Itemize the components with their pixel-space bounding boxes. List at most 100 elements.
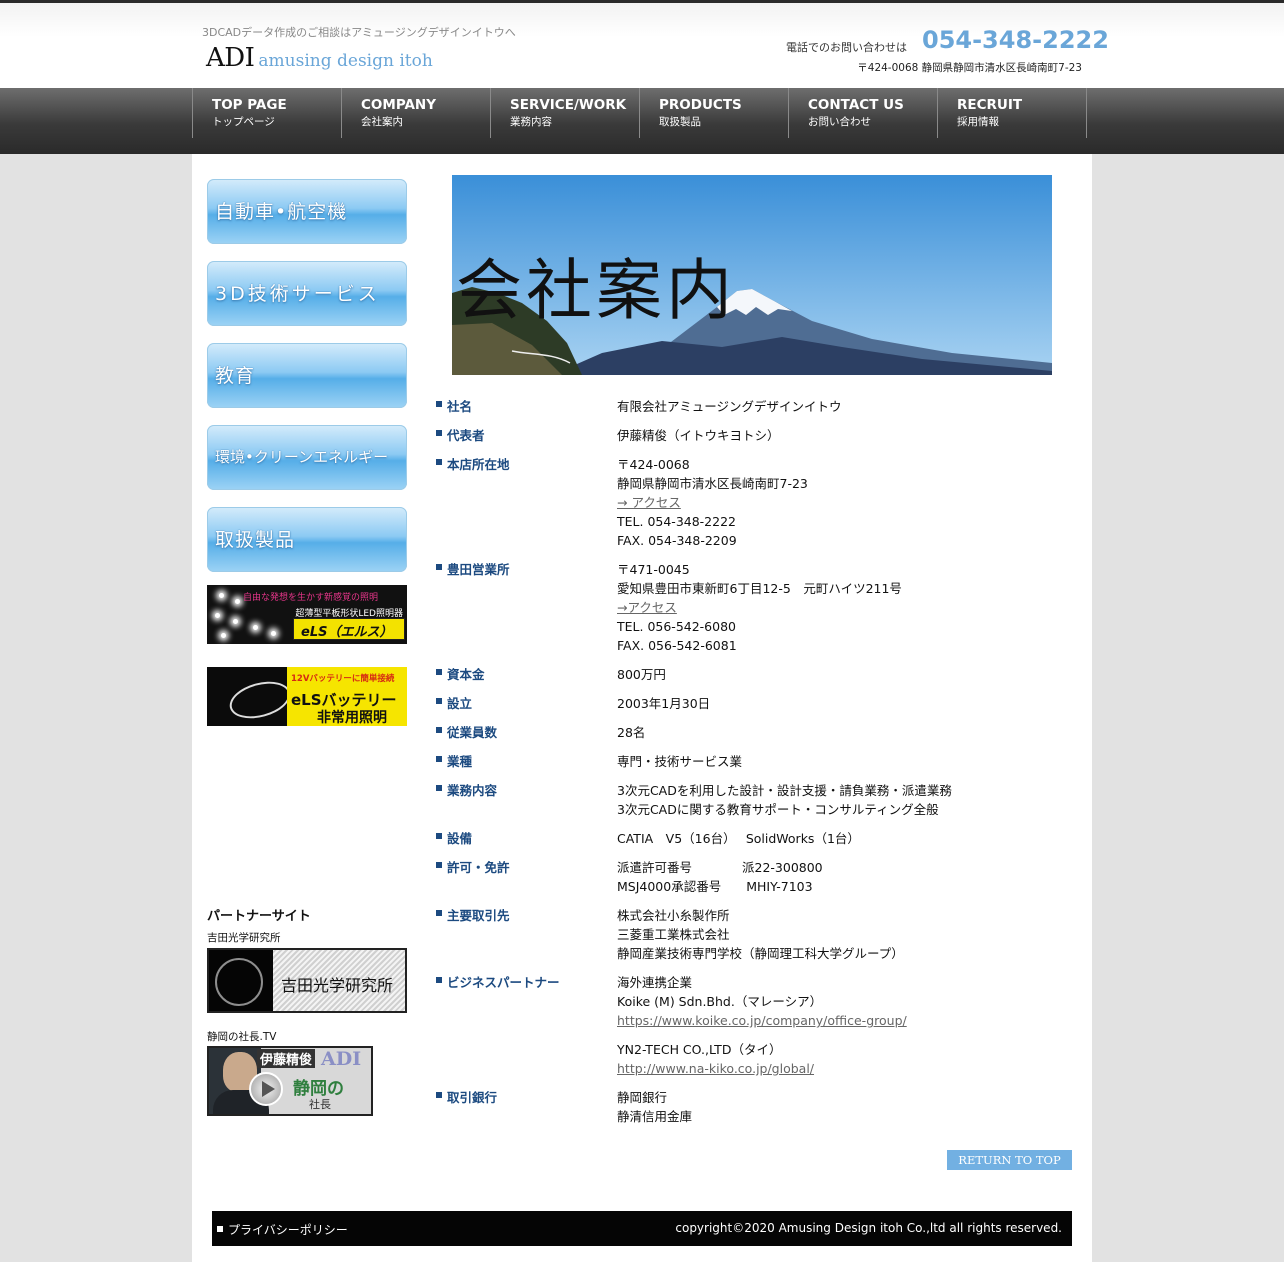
toyota-office-access-link[interactable]: →アクセス bbox=[617, 600, 677, 615]
info-value: 海外連携企業 Koike (M) Sdn.Bhd.（マレーシア） https:/… bbox=[617, 973, 907, 1078]
info-value-line: 3次元CADに関する教育サポート・コンサルティング全般 bbox=[617, 802, 939, 817]
led-light bbox=[233, 619, 238, 624]
header-address: 〒424-0068 静岡県静岡市清水区長崎南町7-23 bbox=[857, 62, 1082, 74]
info-value-line: CATIA V5（16台） SolidWorks（1台） bbox=[617, 831, 860, 846]
nav-label-jp: 取扱製品 bbox=[659, 116, 701, 128]
nav-company[interactable]: COMPANY 会社案内 bbox=[342, 88, 491, 138]
nav-recruit[interactable]: RECRUIT 採用情報 bbox=[938, 88, 1087, 138]
partner1-banner-text: 吉田光学研究所 bbox=[281, 976, 394, 995]
nav-service-work[interactable]: SERVICE/WORK 業務内容 bbox=[491, 88, 640, 138]
partner-sites-heading: パートナーサイト bbox=[207, 909, 311, 924]
led-light bbox=[215, 613, 220, 618]
sidebar-button-3d-tech-service[interactable]: 3D技術サービス bbox=[207, 261, 407, 326]
info-value-line: 〒471-0045 bbox=[617, 562, 690, 577]
nav-products[interactable]: PRODUCTS 取扱製品 bbox=[640, 88, 789, 138]
sidebar-button-education[interactable]: 教育 bbox=[207, 343, 407, 408]
sidebar-button-label: 3D技術サービス bbox=[215, 283, 380, 305]
site-logo[interactable]: ADI amusing design itoh bbox=[206, 43, 433, 73]
info-label: 資本金 bbox=[436, 665, 485, 684]
banner-subtitle: 非常用照明 bbox=[317, 710, 387, 726]
info-value: 3次元CADを利用した設計・設計支援・請負業務・派遣業務 3次元CADに関する教… bbox=[617, 781, 952, 819]
info-label: 取引銀行 bbox=[436, 1088, 497, 1107]
info-value-line: 静岡県静岡市清水区長崎南町7-23 bbox=[617, 476, 808, 491]
info-value-line: 海外連携企業 bbox=[617, 975, 693, 990]
nav-label-jp: 業務内容 bbox=[510, 116, 552, 128]
info-label: 設備 bbox=[436, 829, 472, 848]
nav-label-jp: 会社案内 bbox=[361, 116, 403, 128]
info-value-line: 専門・技術サービス業 bbox=[617, 754, 743, 769]
partner1-label: 吉田光学研究所 bbox=[207, 932, 281, 944]
info-value: 株式会社小糸製作所 三菱重工業株式会社 静岡産業技術専門学校（静岡理工科大学グル… bbox=[617, 906, 904, 963]
info-value-line: TEL. 056-542-6080 bbox=[617, 619, 736, 634]
info-value-line: 派遣許可番号 派22-300800 bbox=[617, 860, 823, 875]
banner-shacho: 社長 bbox=[309, 1098, 331, 1111]
info-value: 派遣許可番号 派22-300800 MSJ4000承認番号 MHIY-7103 bbox=[617, 858, 823, 896]
info-value-line: FAX. 054-348-2209 bbox=[617, 533, 737, 548]
nav-label-en: COMPANY bbox=[361, 97, 436, 113]
info-label: 業務内容 bbox=[436, 781, 497, 800]
info-value-line: 株式会社小糸製作所 bbox=[617, 908, 730, 923]
phone-number: 054-348-2222 bbox=[922, 26, 1109, 54]
nav-contact-us[interactable]: CONTACT US お問い合わせ bbox=[789, 88, 938, 138]
banner-president-name: 伊藤精俊 bbox=[257, 1049, 316, 1068]
els-led-banner[interactable]: 自由な発想を生かす新感覚の照明 超薄型平板形状LED照明器 eLS（エルス） bbox=[207, 585, 407, 644]
yoshida-optics-banner[interactable]: 吉田光学研究所 bbox=[207, 948, 407, 1013]
led-light bbox=[221, 633, 226, 638]
banner-tagline: 12Vバッテリーに簡単接続 bbox=[291, 674, 395, 684]
sidebar-button-automotive-aerospace[interactable]: 自動車•航空機 bbox=[207, 179, 407, 244]
privacy-policy-link[interactable]: プライバシーポリシー bbox=[217, 1221, 348, 1238]
logo-adi: ADI bbox=[206, 43, 255, 73]
main-nav: TOP PAGE トップページ COMPANY 会社案内 SERVICE/WOR… bbox=[0, 88, 1284, 154]
header-tagline: 3DCADデータ作成のご相談はアミュージングデザインイトウへ bbox=[202, 26, 516, 39]
banner-yellow-panel: 12Vバッテリーに簡単接続 eLSバッテリー 非常用照明 bbox=[287, 667, 407, 726]
sidebar-button-label: 取扱製品 bbox=[215, 529, 296, 551]
head-office-access-link[interactable]: → アクセス bbox=[617, 495, 681, 510]
hero-image: 会社案内 bbox=[452, 175, 1052, 375]
sidebar-button-label: 教育 bbox=[215, 365, 256, 387]
info-label: 社名 bbox=[436, 397, 472, 416]
info-value-line: 〒424-0068 bbox=[617, 457, 690, 472]
info-value-line: 2003年1月30日 bbox=[617, 696, 711, 711]
sidebar-button-products[interactable]: 取扱製品 bbox=[207, 507, 407, 572]
nav-label-jp: 採用情報 bbox=[957, 116, 999, 128]
koike-link[interactable]: https://www.koike.co.jp/company/office-g… bbox=[617, 1013, 907, 1028]
shizuoka-shacho-tv-banner[interactable]: 伊藤精俊 ADI 静岡の 社長 bbox=[207, 1046, 373, 1116]
site-header: 3DCADデータ作成のご相談はアミュージングデザインイトウへ ADI amusi… bbox=[0, 3, 1284, 88]
els-battery-banner[interactable]: 12Vバッテリーに簡単接続 eLSバッテリー 非常用照明 bbox=[207, 667, 407, 726]
info-value-line: FAX. 056-542-6081 bbox=[617, 638, 737, 653]
nav-label-jp: お問い合わせ bbox=[808, 116, 871, 128]
info-value-line: 有限会社アミュージングデザインイトウ bbox=[617, 399, 842, 414]
info-value-line: 静岡産業技術専門学校（静岡理工科大学グループ） bbox=[617, 946, 904, 961]
return-to-top-button[interactable]: RETURN TO TOP bbox=[947, 1150, 1072, 1170]
banner-product-name: eLS（エルス） bbox=[301, 625, 393, 640]
banner-product-name-box: eLS（エルス） bbox=[293, 618, 405, 640]
info-value-line: 伊藤精俊（イトウキヨトシ） bbox=[617, 428, 780, 443]
sidebar-button-environment-energy[interactable]: 環境•クリーンエネルギー bbox=[207, 425, 407, 490]
na-kiko-link[interactable]: http://www.na-kiko.co.jp/global/ bbox=[617, 1061, 814, 1076]
led-light bbox=[271, 631, 276, 636]
info-label: 豊田営業所 bbox=[436, 560, 510, 579]
copyright-text: copyright©2020 Amusing Design itoh Co.,l… bbox=[675, 1221, 1062, 1235]
info-label: 設立 bbox=[436, 694, 472, 713]
banner-adi: ADI bbox=[321, 1048, 362, 1070]
led-light bbox=[219, 593, 224, 598]
led-light bbox=[253, 625, 258, 630]
info-value-line: 3次元CADを利用した設計・設計支援・請負業務・派遣業務 bbox=[617, 783, 952, 798]
info-value-line: 28名 bbox=[617, 725, 646, 740]
info-value-line: YN2-TECH CO.,LTD（タイ） bbox=[617, 1042, 782, 1057]
info-value-line: Koike (M) Sdn.Bhd.（マレーシア） bbox=[617, 994, 823, 1009]
content-area: 自動車•航空機 3D技術サービス 教育 環境•クリーンエネルギー 取扱製品 自由… bbox=[192, 154, 1092, 1262]
info-value: 800万円 bbox=[617, 665, 666, 684]
info-label: 許可・免許 bbox=[436, 858, 510, 877]
battery-light-ring bbox=[225, 675, 295, 725]
optics-logo-icon bbox=[215, 958, 263, 1006]
info-value-line: MSJ4000承認番号 MHIY-7103 bbox=[617, 879, 813, 894]
nav-label-en: RECRUIT bbox=[957, 97, 1023, 113]
sidebar-button-label: 環境•クリーンエネルギー bbox=[215, 448, 389, 466]
info-value: 〒471-0045 愛知県豊田市東新町6丁目12-5 元町ハイツ211号 →アク… bbox=[617, 560, 902, 655]
info-value: 有限会社アミュージングデザインイトウ bbox=[617, 397, 842, 416]
info-value-line: 愛知県豊田市東新町6丁目12-5 元町ハイツ211号 bbox=[617, 581, 902, 596]
info-value-line: 800万円 bbox=[617, 667, 666, 682]
nav-top-page[interactable]: TOP PAGE トップページ bbox=[193, 88, 342, 138]
info-value: 専門・技術サービス業 bbox=[617, 752, 742, 771]
